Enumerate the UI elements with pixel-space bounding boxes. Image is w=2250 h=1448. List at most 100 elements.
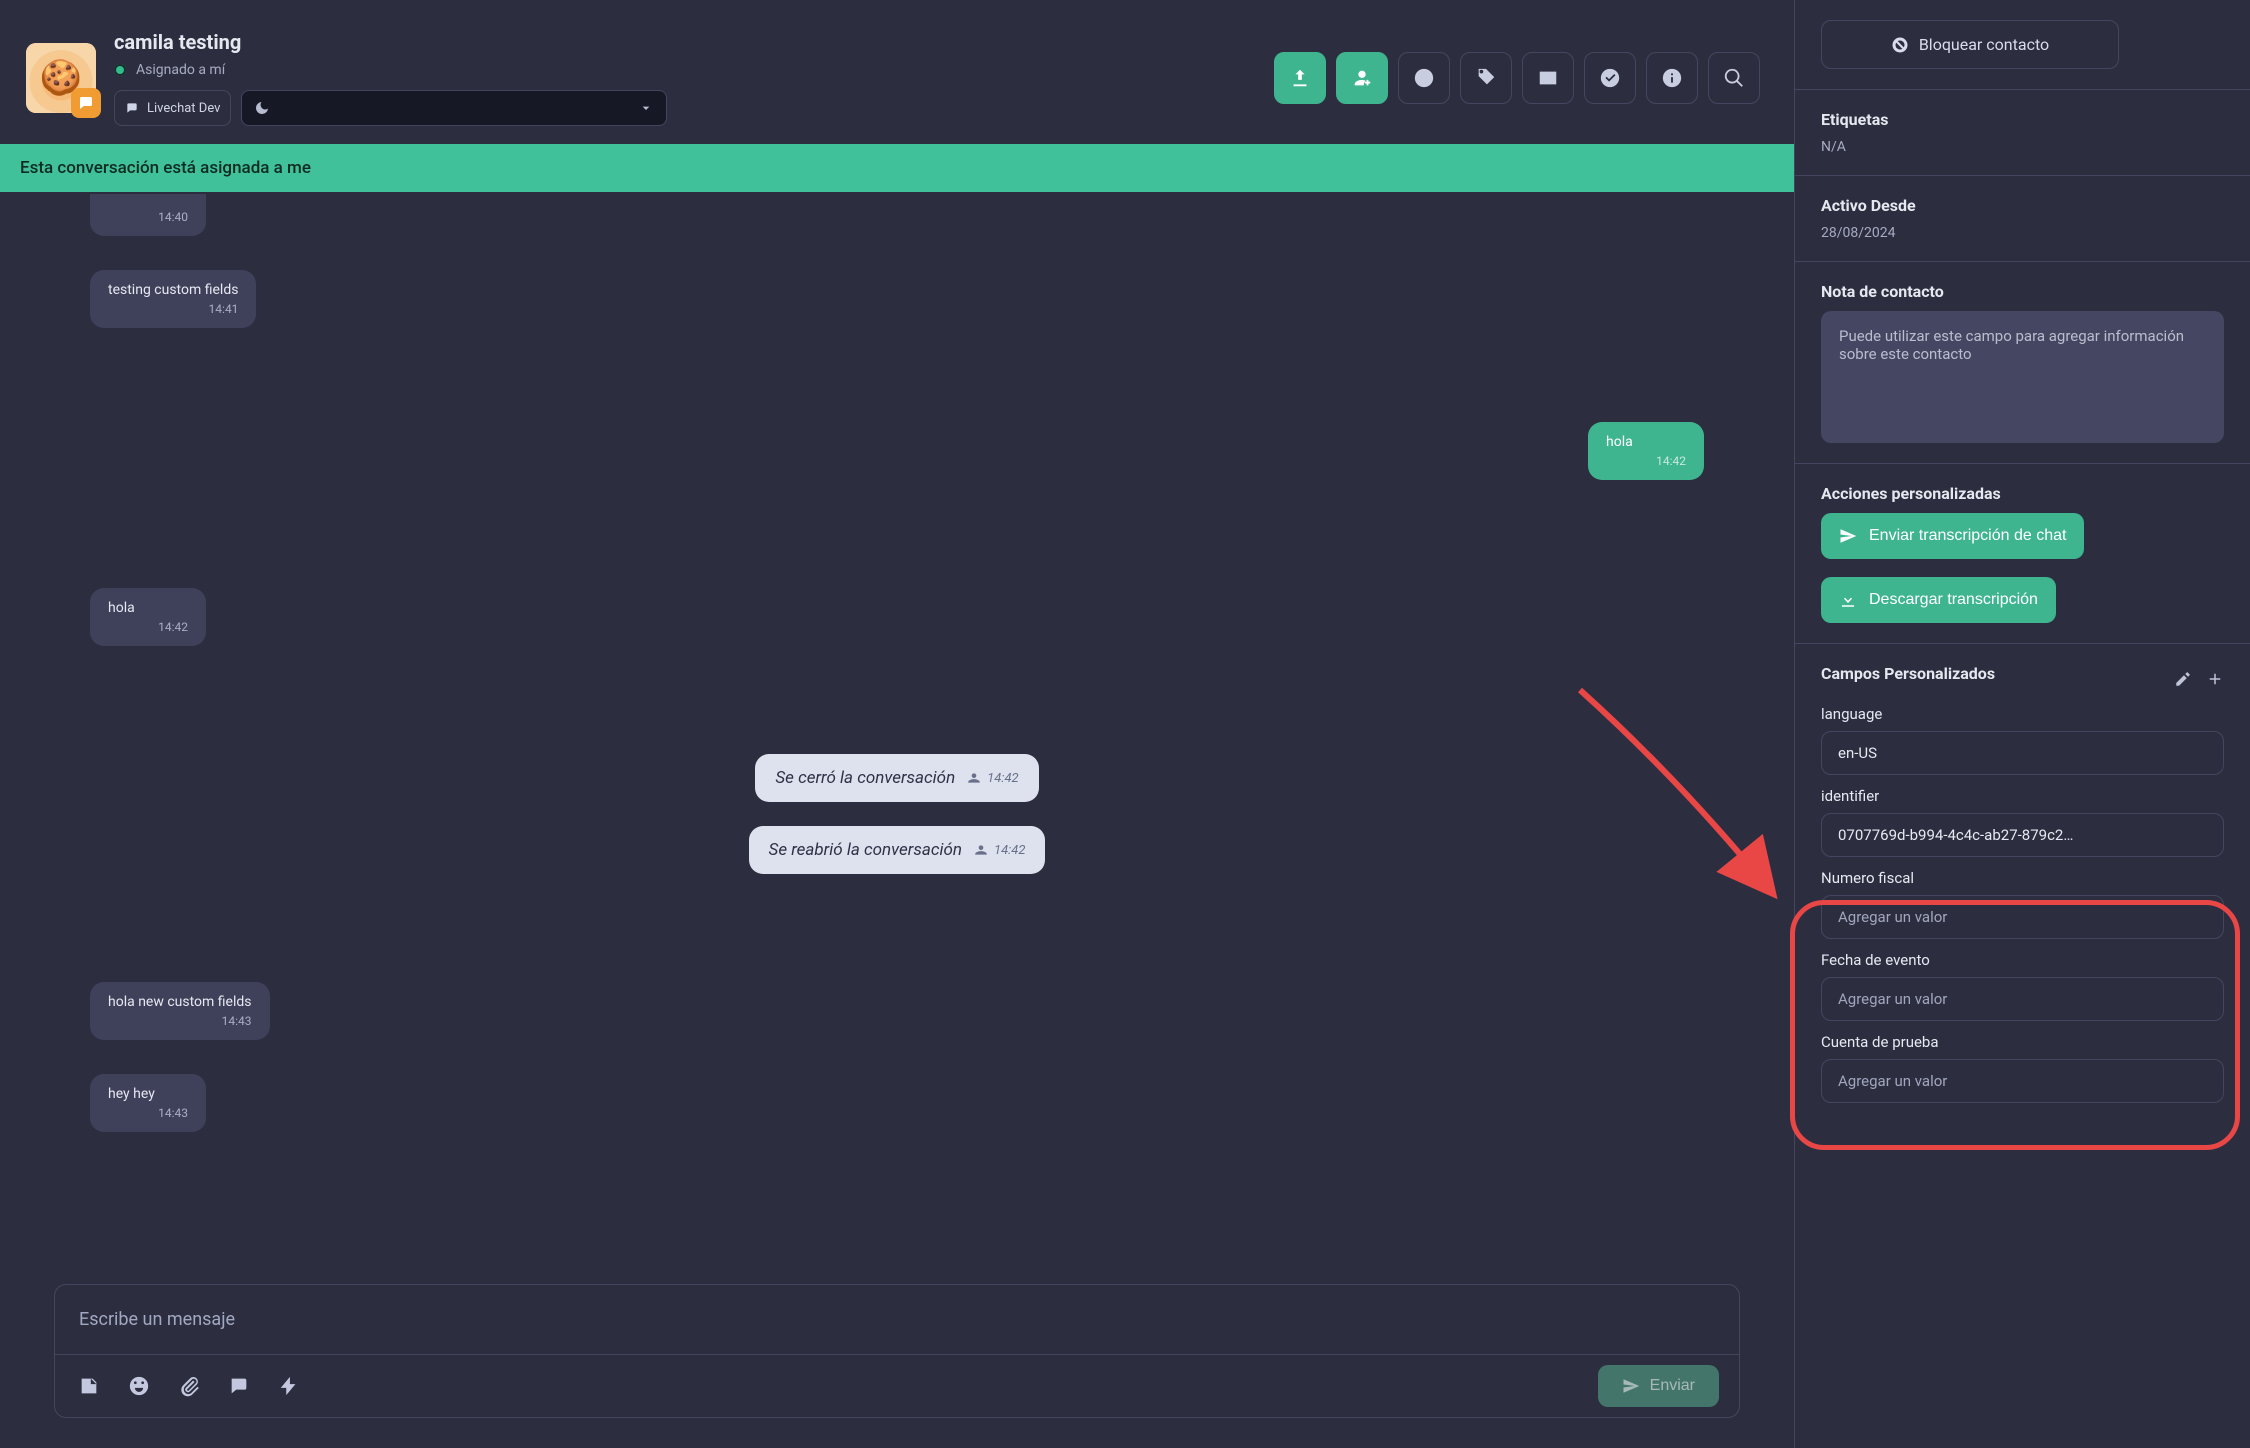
cf-label: Fecha de evento <box>1821 951 2224 969</box>
custom-field: Fecha de evento Agregar un valor <box>1821 951 2224 1021</box>
message-text: hola <box>108 600 188 616</box>
message-input[interactable]: Escribe un mensaje <box>55 1285 1739 1355</box>
spacer <box>90 514 1704 554</box>
contact-sidebar[interactable]: Bloquear contacto Etiquetas N/A Activo D… <box>1794 0 2250 1448</box>
user-icon <box>967 771 981 785</box>
attachment-icon[interactable] <box>175 1372 203 1400</box>
custom-fields-title: Campos Personalizados <box>1821 664 1995 683</box>
cf-input-identifier[interactable]: 0707769d-b994-4c4c-ab27-879c2… <box>1821 813 2224 857</box>
main-panel: 🍪 camila testing Asignado a mí Livechat … <box>0 0 1794 1448</box>
sb-section-block: Bloquear contacto <box>1795 0 2250 90</box>
channel-badge[interactable]: Livechat Dev <box>114 90 231 126</box>
sb-section-nota: Nota de contacto Puede utilizar este cam… <box>1795 262 2250 464</box>
info-button[interactable] <box>1646 52 1698 104</box>
message-text: hola <box>1606 434 1686 450</box>
download-transcript-label: Descargar transcripción <box>1869 591 2038 609</box>
moon-icon <box>254 100 270 116</box>
sb-section-acciones: Acciones personalizadas Enviar transcrip… <box>1795 464 2250 644</box>
cf-label: identifier <box>1821 787 2224 805</box>
send-button[interactable]: Enviar <box>1598 1365 1719 1407</box>
compose-box: Escribe un mensaje Enviar <box>54 1284 1740 1418</box>
message-bubble: hola 14:42 <box>90 588 206 646</box>
tag-button[interactable] <box>1460 52 1512 104</box>
send-transcript-label: Enviar transcripción de chat <box>1869 527 2066 545</box>
message-text: hola new custom fields <box>108 994 252 1010</box>
cf-input-language[interactable]: en-US <box>1821 731 2224 775</box>
compose-toolbar: Enviar <box>55 1355 1739 1417</box>
note-icon[interactable] <box>75 1372 103 1400</box>
message-bubble: testing custom fields 14:41 <box>90 270 256 328</box>
message-time: 14:43 <box>158 1106 188 1120</box>
message-time: 14:40 <box>158 210 188 224</box>
system-time: 14:42 <box>974 843 1025 858</box>
etiquetas-title: Etiquetas <box>1821 110 2224 129</box>
assignment-banner: Esta conversación está asignada a me <box>0 144 1794 192</box>
block-contact-button[interactable]: Bloquear contacto <box>1821 20 2119 69</box>
cf-input-fecha-evento[interactable]: Agregar un valor <box>1821 977 2224 1021</box>
header-dropdown[interactable] <box>241 90 667 126</box>
add-icon[interactable] <box>2206 670 2224 688</box>
message-text: testing custom fields <box>108 282 238 298</box>
send-icon <box>1839 527 1857 545</box>
sb-section-etiquetas: Etiquetas N/A <box>1795 90 2250 176</box>
message-bubble: hey hey 14:43 <box>90 1074 206 1132</box>
cf-label: Numero fiscal <box>1821 869 2224 887</box>
message-time: 14:43 <box>222 1014 252 1028</box>
nota-title: Nota de contacto <box>1821 282 2224 301</box>
custom-field: Cuenta de prueba Agregar un valor <box>1821 1033 2224 1103</box>
message-time: 14:42 <box>1656 454 1686 468</box>
system-time: 14:42 <box>967 771 1018 786</box>
sb-section-custom-fields: Campos Personalizados language en-US ide… <box>1795 644 2250 1123</box>
message-bubble: hola 14:42 <box>1588 422 1704 480</box>
compose-area: Escribe un mensaje Enviar <box>0 1284 1794 1448</box>
chevron-down-icon <box>638 100 654 116</box>
user-icon <box>974 843 988 857</box>
etiquetas-value: N/A <box>1821 139 2224 155</box>
system-message: Se reabrió la conversación 14:42 <box>749 826 1046 874</box>
spacer <box>90 908 1704 948</box>
header-tags: Livechat Dev <box>114 90 667 126</box>
message-bubble: 14:40 <box>90 194 206 236</box>
edit-icon[interactable] <box>2174 670 2192 688</box>
cf-input-cuenta-prueba[interactable]: Agregar un valor <box>1821 1059 2224 1103</box>
contact-note-input[interactable]: Puede utilizar este campo para agregar i… <box>1821 311 2224 443</box>
contact-name: camila testing <box>114 30 667 54</box>
upload-button[interactable] <box>1274 52 1326 104</box>
audio-icon[interactable] <box>225 1372 253 1400</box>
assignment-label: Asignado a mí <box>136 62 225 78</box>
download-icon <box>1839 591 1857 609</box>
send-transcript-button[interactable]: Enviar transcripción de chat <box>1821 513 2084 559</box>
contact-avatar[interactable]: 🍪 <box>26 43 96 113</box>
history-button[interactable] <box>1398 52 1450 104</box>
bolt-icon[interactable] <box>275 1372 303 1400</box>
chat-header: 🍪 camila testing Asignado a mí Livechat … <box>0 0 1794 144</box>
block-icon <box>1891 36 1909 54</box>
status-dot-icon <box>114 64 126 76</box>
search-button[interactable] <box>1708 52 1760 104</box>
custom-field: identifier 0707769d-b994-4c4c-ab27-879c2… <box>1821 787 2224 857</box>
header-meta: camila testing Asignado a mí Livechat De… <box>114 30 667 126</box>
block-contact-label: Bloquear contacto <box>1919 35 2049 54</box>
channel-badge-icon <box>71 88 101 118</box>
send-label: Enviar <box>1650 1377 1695 1395</box>
contact-card-button[interactable] <box>1522 52 1574 104</box>
spacer <box>90 680 1704 720</box>
activo-value: 28/08/2024 <box>1821 225 2224 241</box>
acciones-title: Acciones personalizadas <box>1821 484 2224 503</box>
cf-input-numero-fiscal[interactable]: Agregar un valor <box>1821 895 2224 939</box>
sb-section-activo: Activo Desde 28/08/2024 <box>1795 176 2250 262</box>
message-bubble: hola new custom fields 14:43 <box>90 982 270 1040</box>
chat-body[interactable]: 14:40 testing custom fields 14:41 hola 1… <box>0 192 1794 1284</box>
emoji-icon[interactable] <box>125 1372 153 1400</box>
send-icon <box>1622 1377 1640 1395</box>
cf-label: Cuenta de prueba <box>1821 1033 2224 1051</box>
activo-title: Activo Desde <box>1821 196 2224 215</box>
message-text: hey hey <box>108 1086 188 1102</box>
assign-agent-button[interactable] <box>1336 52 1388 104</box>
channel-badge-label: Livechat Dev <box>147 101 220 116</box>
system-text: Se cerró la conversación <box>775 768 955 788</box>
app-root: 🍪 camila testing Asignado a mí Livechat … <box>0 0 2250 1448</box>
download-transcript-button[interactable]: Descargar transcripción <box>1821 577 2056 623</box>
resolve-button[interactable] <box>1584 52 1636 104</box>
message-time: 14:42 <box>158 620 188 634</box>
